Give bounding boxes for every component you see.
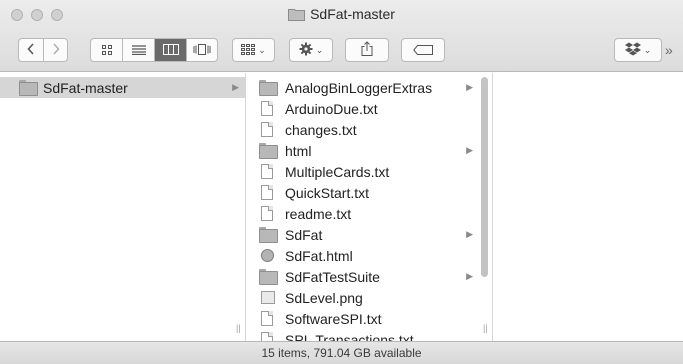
toolbar-overflow-button[interactable]: » [665,42,673,58]
list-item[interactable]: SdFat ▶ [247,224,479,245]
tag-icon [413,43,433,58]
column-resize-handle[interactable]: || [236,323,241,333]
disclosure-arrow-icon: ▶ [466,271,473,281]
column-resize-handle[interactable]: || [483,323,488,333]
list-item[interactable]: changes.txt [247,119,479,140]
document-icon [259,206,273,221]
list-item[interactable]: QuickStart.txt [247,182,479,203]
folder-icon [259,269,278,285]
item-label: SdFat [285,226,323,243]
disclosure-arrow-icon: ▶ [466,145,473,155]
item-label: html [285,142,312,159]
document-icon [259,185,273,200]
toolbar: SdFat-master ⌄ ⌄ ⌄ » [0,0,683,72]
item-label: ArduinoDue.txt [285,100,378,117]
folder-icon [259,227,278,243]
chevron-down-icon: ⌄ [643,44,652,55]
chevron-right-icon [52,42,60,58]
tag-button[interactable] [401,38,445,62]
document-icon [259,332,273,341]
list-item[interactable]: SoftwareSPI.txt [247,308,479,329]
list-item[interactable]: ArduinoDue.txt [247,98,479,119]
document-icon [259,311,273,326]
column-view-button[interactable] [154,38,186,62]
column-empty [494,73,683,341]
finder-window: SdFat-master ⌄ ⌄ ⌄ » SdFat-master ▶ Anal… [0,0,683,364]
vertical-scrollbar[interactable] [481,77,488,277]
item-label: readme.txt [285,205,352,222]
item-label: SPI_Transactions.txt [285,331,414,342]
list-item[interactable]: SPI_Transactions.txt [247,329,479,341]
item-label: SoftwareSPI.txt [285,310,382,327]
dropbox-button[interactable]: ⌄ [614,38,662,62]
icon-view-icon [101,43,112,58]
list-item[interactable]: html ▶ [247,140,479,161]
chevron-down-icon: ⌄ [258,44,266,55]
list-item[interactable]: AnalogBinLoggerExtras ▶ [247,77,479,98]
folder-icon [288,7,306,24]
chevron-left-icon [27,42,35,58]
item-label: SdFatTestSuite [285,268,380,285]
column-item-sdfat-master[interactable]: SdFat-master ▶ [0,77,245,98]
chevron-down-icon: ⌄ [315,44,324,55]
document-icon [259,122,273,137]
html-file-icon [259,248,274,262]
share-icon [361,41,373,59]
item-label: QuickStart.txt [285,184,370,201]
arrange-button[interactable]: ⌄ [232,38,275,62]
arrange-grid-icon [241,43,256,58]
back-button[interactable] [18,38,43,62]
item-label: SdFat.html [285,247,353,264]
item-label: MultipleCards.txt [285,163,390,180]
list-item[interactable]: SdFat.html [247,245,479,266]
image-file-icon [259,290,275,304]
gear-icon [299,42,313,59]
disclosure-arrow-icon: ▶ [466,229,473,239]
window-title-text: SdFat-master [310,6,395,22]
action-button[interactable]: ⌄ [289,38,333,62]
coverflow-view-icon [193,43,211,58]
forward-button[interactable] [43,38,68,62]
folder-icon [19,80,38,96]
column-sdfat-master: AnalogBinLoggerExtras ▶ ArduinoDue.txt ch… [247,73,493,341]
coverflow-view-button[interactable] [186,38,218,62]
folder-icon [259,80,278,96]
disclosure-arrow-icon: ▶ [466,82,473,92]
list-item[interactable]: MultipleCards.txt [247,161,479,182]
column-view-icon [162,43,179,58]
list-item[interactable]: readme.txt [247,203,479,224]
folder-icon [259,143,278,159]
list-view-icon [131,43,146,58]
column-root: SdFat-master ▶ [0,73,246,341]
share-button[interactable] [345,38,389,62]
disclosure-arrow-icon: ▶ [232,82,239,92]
item-label: SdLevel.png [285,289,363,306]
icon-view-button[interactable] [90,38,122,62]
list-item[interactable]: SdFatTestSuite ▶ [247,266,479,287]
list-view-button[interactable] [122,38,154,62]
column-item-label: SdFat-master [43,79,128,96]
status-bar: 15 items, 791.04 GB available [0,341,683,364]
item-label: changes.txt [285,121,357,138]
window-title: SdFat-master [0,6,683,24]
dropbox-icon [624,42,641,59]
list-item[interactable]: SdLevel.png [247,287,479,308]
document-icon [259,164,273,179]
item-label: AnalogBinLoggerExtras [285,79,433,96]
document-icon [259,101,273,116]
